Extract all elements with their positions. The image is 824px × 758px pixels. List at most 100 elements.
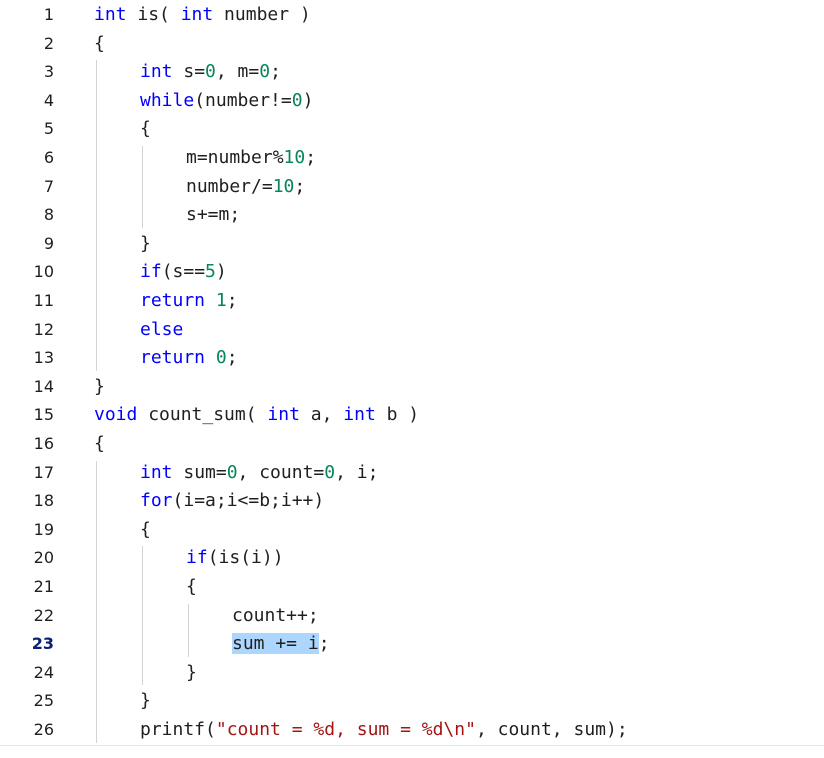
code-text[interactable]: int is( int number ) — [94, 1, 311, 30]
code-token: 10 — [283, 147, 306, 168]
code-text[interactable]: sum += i; — [232, 630, 330, 659]
code-token: if — [140, 261, 162, 283]
line-number: 7 — [43, 176, 54, 196]
code-token: int — [140, 61, 173, 83]
line-number: 15 — [33, 405, 54, 425]
code-text[interactable]: else — [140, 316, 183, 345]
code-line[interactable]: 11 return 1; — [0, 287, 824, 316]
code-token: int — [180, 4, 214, 25]
code-text[interactable]: for(i=a;i<=b;i++) — [140, 487, 324, 516]
code-text[interactable]: printf("count = %d, sum = %d\n", count, … — [140, 716, 628, 745]
code-line[interactable]: 17 int sum=0, count=0, i; — [0, 459, 824, 488]
code-token: , m= — [215, 61, 260, 83]
code-token: (number!= — [194, 89, 292, 111]
code-text[interactable]: int sum=0, count=0, i; — [140, 459, 378, 488]
code-token: ) — [302, 89, 314, 111]
code-line[interactable]: 12 else — [0, 316, 824, 345]
code-editor[interactable]: 1 int is( int number ) 2{3 int s=0, m=0; 4 wh… — [0, 0, 824, 758]
code-token: 0 — [205, 61, 216, 83]
code-text[interactable]: number/=10; — [186, 173, 305, 202]
code-token: { — [94, 433, 105, 454]
code-text[interactable]: while(number!=0) — [140, 87, 313, 116]
code-text[interactable]: { — [94, 430, 105, 459]
code-line[interactable]: 13 return 0; — [0, 344, 824, 373]
line-number: 20 — [33, 548, 54, 568]
code-token: , count, sum); — [475, 719, 628, 740]
code-token: (is(i)) — [207, 547, 284, 569]
code-line[interactable]: 22 count++; — [0, 602, 824, 631]
code-line[interactable]: 10 if(s==5) — [0, 258, 824, 287]
code-token: } — [94, 375, 105, 397]
code-text[interactable]: { — [140, 516, 151, 545]
line-number: 8 — [43, 205, 54, 225]
code-text[interactable]: } — [140, 687, 151, 716]
code-line[interactable]: 1 int is( int number ) — [0, 1, 824, 30]
line-number: 18 — [33, 491, 54, 511]
code-token: s= — [172, 61, 206, 83]
line-number: 14 — [33, 376, 54, 396]
line-number: 1 — [43, 5, 54, 24]
code-line[interactable]: 5{ — [0, 115, 824, 144]
code-line[interactable]: 24} — [0, 659, 824, 688]
code-line[interactable]: 6 m=number%10; — [0, 144, 824, 173]
code-line[interactable]: 14} — [0, 373, 824, 402]
line-number: 22 — [33, 605, 54, 625]
code-line[interactable]: 19 { — [0, 516, 824, 545]
code-token: sum= — [172, 461, 227, 483]
line-number: 25 — [33, 691, 54, 711]
code-text[interactable]: if(s==5) — [140, 258, 227, 287]
selected-text: sum += i — [232, 633, 319, 655]
code-line[interactable]: 25} — [0, 687, 824, 716]
code-token: "count = %d, sum = %d\n" — [215, 719, 476, 740]
code-text[interactable]: { — [94, 30, 105, 59]
code-line[interactable]: 9} — [0, 230, 824, 259]
code-line[interactable]: 8 s+=m; — [0, 201, 824, 230]
code-text[interactable]: int s=0, m=0; — [140, 58, 281, 87]
code-token: ; — [305, 147, 317, 168]
code-token: number/= — [186, 175, 273, 197]
code-line[interactable]: 26 printf("count = %d, sum = %d\n", count… — [0, 716, 824, 745]
code-line[interactable]: 21 { — [0, 573, 824, 602]
code-token: (s== — [161, 261, 206, 283]
code-line[interactable]: 7 number/=10; — [0, 173, 824, 202]
code-token: return — [140, 347, 206, 369]
code-text[interactable]: count++; — [232, 602, 319, 631]
code-line[interactable]: 23 sum += i; — [0, 630, 824, 659]
code-text[interactable]: } — [94, 373, 105, 402]
code-line[interactable]: 3 int s=0, m=0; — [0, 58, 824, 87]
code-line[interactable]: 20 if(is(i)) — [0, 544, 824, 573]
code-token: is( — [126, 4, 181, 25]
code-text[interactable]: return 0; — [140, 344, 238, 373]
code-text[interactable]: if(is(i)) — [186, 544, 284, 573]
code-token: int — [140, 461, 173, 483]
indent-guide — [188, 603, 189, 657]
line-number: 12 — [33, 319, 54, 339]
code-text[interactable]: void count_sum( int a, int b ) — [94, 401, 419, 430]
code-line[interactable]: 18 for(i=a;i<=b;i++) — [0, 487, 824, 516]
code-text[interactable]: return 1; — [140, 287, 238, 316]
indent-guide — [96, 60, 97, 371]
code-token: int — [267, 404, 300, 426]
code-token: { — [140, 118, 151, 140]
code-line[interactable]: 4 while(number!=0) — [0, 87, 824, 116]
line-number: 21 — [33, 577, 54, 596]
code-token: else — [140, 318, 184, 340]
line-number: 4 — [43, 90, 54, 110]
code-text[interactable]: m=number%10; — [186, 144, 316, 173]
code-text[interactable]: { — [186, 573, 197, 602]
code-text[interactable]: } — [186, 659, 197, 688]
code-text[interactable]: } — [140, 230, 151, 259]
code-token: 5 — [205, 261, 216, 283]
code-line[interactable]: 16 { — [0, 430, 824, 459]
code-text[interactable]: s+=m; — [186, 201, 240, 230]
code-line[interactable]: 2{ — [0, 30, 824, 59]
line-number: 13 — [33, 348, 54, 368]
code-text[interactable]: { — [140, 115, 151, 144]
code-token: ; — [318, 633, 330, 655]
code-token: int — [94, 4, 127, 25]
code-line[interactable]: 15 void count_sum( int a, int b ) — [0, 401, 824, 430]
code-token: 0 — [226, 461, 238, 483]
code-token: number ) — [213, 4, 311, 25]
line-number: 11 — [33, 291, 54, 310]
